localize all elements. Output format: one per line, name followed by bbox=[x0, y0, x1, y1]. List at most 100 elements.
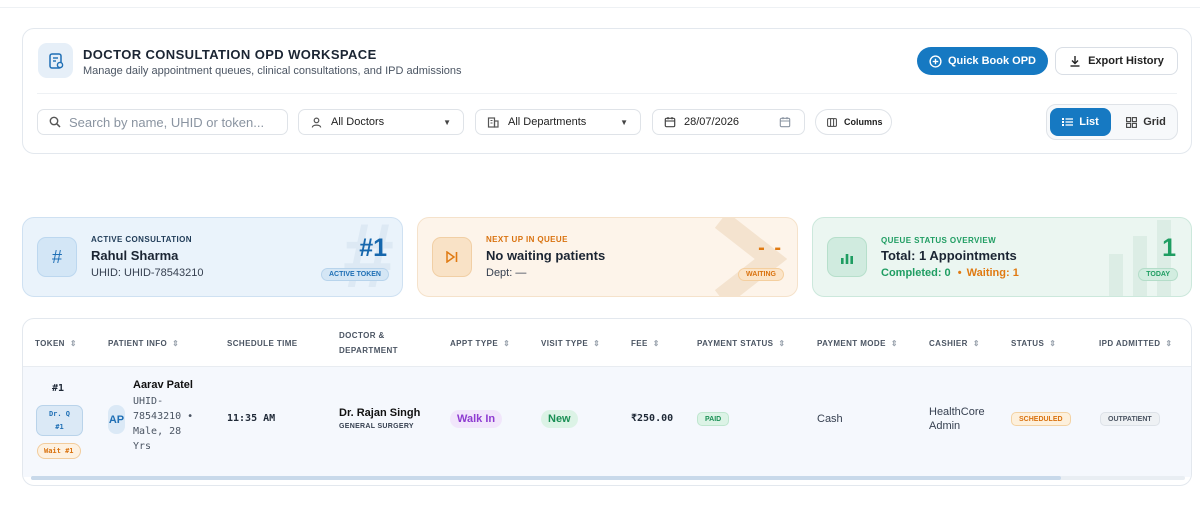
grid-icon bbox=[1126, 116, 1138, 128]
user-icon bbox=[311, 117, 322, 128]
scrollbar-thumb[interactable] bbox=[31, 476, 1061, 480]
export-history-label: Export History bbox=[1088, 55, 1164, 67]
sort-icon: ⇕ bbox=[652, 338, 660, 348]
patient-name: Aarav Patel bbox=[133, 379, 193, 391]
building-icon bbox=[487, 117, 499, 128]
page-title: DOCTOR CONSULTATION OPD WORKSPACE bbox=[83, 47, 377, 62]
column-header-doctor-department[interactable]: DOCTOR & DEPARTMENT bbox=[339, 319, 398, 367]
column-header-ipd-admitted[interactable]: IPD ADMITTED ⇕ bbox=[1099, 319, 1173, 367]
search-box[interactable] bbox=[37, 109, 288, 135]
department-select-value: All Departments bbox=[508, 116, 587, 128]
sort-icon: ⇕ bbox=[1165, 338, 1173, 348]
sort-icon: ⇕ bbox=[778, 338, 786, 348]
chevron-down-icon: ▼ bbox=[443, 117, 451, 127]
calendar-picker-icon[interactable] bbox=[779, 116, 791, 128]
horizontal-scrollbar[interactable] bbox=[31, 476, 1185, 480]
completed-count: Completed: 0 bbox=[881, 267, 951, 279]
table-row[interactable]: #1 Dr. Q #1 Wait #1 AP Aarav Patel UHID-… bbox=[23, 367, 1191, 477]
view-toggle: List Grid bbox=[1046, 104, 1178, 140]
patient-details: UHID- 78543210 • Male, 28 Yrs bbox=[133, 396, 194, 452]
clipboard-user-icon bbox=[38, 43, 73, 78]
avatar: AP bbox=[108, 405, 125, 434]
today-badge: TODAY bbox=[1138, 268, 1178, 281]
next-up-department: Dept: — bbox=[486, 267, 527, 279]
column-header-cashier[interactable]: CASHIER ⇕ bbox=[929, 319, 980, 367]
next-token-placeholder: - - bbox=[758, 237, 783, 259]
schedule-time: 11:35 AM bbox=[227, 413, 276, 424]
doctor-queue-badge: Dr. Q #1 bbox=[36, 405, 83, 436]
doctor-name: Dr. Rajan Singh bbox=[339, 407, 421, 419]
waiting-badge: WAITING bbox=[738, 268, 784, 281]
cashier-name: HealthCore Admin bbox=[929, 406, 985, 432]
columns-button[interactable]: Columns bbox=[815, 109, 892, 135]
fee-amount: ₹250.00 bbox=[631, 413, 674, 424]
sort-icon: ⇕ bbox=[972, 338, 980, 348]
status-badge: SCHEDULED bbox=[1011, 412, 1071, 426]
export-history-button[interactable]: Export History bbox=[1055, 47, 1178, 75]
sort-icon: ⇕ bbox=[1049, 338, 1057, 348]
department-select[interactable]: All Departments ▼ bbox=[475, 109, 641, 135]
bar-chart-icon bbox=[827, 237, 867, 277]
search-icon bbox=[49, 116, 61, 128]
queue-status-overview-card: QUEUE STATUS OVERVIEW Total: 1 Appointme… bbox=[812, 217, 1192, 297]
header-divider bbox=[37, 93, 1177, 94]
queue-overview-label: QUEUE STATUS OVERVIEW bbox=[881, 236, 997, 245]
visit-type-badge: New bbox=[541, 410, 578, 428]
column-header-patient-info[interactable]: PATIENT INFO ⇕ bbox=[108, 319, 179, 367]
column-header-visit-type[interactable]: VISIT TYPE ⇕ bbox=[541, 319, 600, 367]
date-value: 28/07/2026 bbox=[684, 116, 740, 128]
list-icon bbox=[1062, 118, 1074, 126]
table-header: TOKEN ⇕ PATIENT INFO ⇕ SCHEDULE TIME DOCTO… bbox=[23, 319, 1191, 367]
appt-type-badge: Walk In bbox=[450, 410, 503, 428]
column-header-payment-mode[interactable]: PAYMENT MODE ⇕ bbox=[817, 319, 898, 367]
active-token-number: #1 bbox=[359, 234, 387, 262]
hash-icon: # bbox=[37, 237, 77, 277]
column-header-payment-status[interactable]: PAYMENT STATUS ⇕ bbox=[697, 319, 786, 367]
doctor-select[interactable]: All Doctors ▼ bbox=[298, 109, 464, 135]
payment-mode: Cash bbox=[817, 413, 843, 425]
sort-icon: ⇕ bbox=[503, 338, 511, 348]
doctor-select-value: All Doctors bbox=[331, 116, 385, 128]
active-consultation-card: # # ACTIVE CONSULTATION Rahul Sharma UHI… bbox=[22, 217, 403, 297]
waiting-count-dot: • bbox=[957, 267, 962, 279]
search-input[interactable] bbox=[69, 114, 269, 130]
skip-next-icon bbox=[432, 237, 472, 277]
department-name: GENERAL SURGERY bbox=[339, 423, 414, 430]
calendar-icon bbox=[664, 117, 676, 128]
appointments-table: TOKEN ⇕ PATIENT INFO ⇕ SCHEDULE TIME DOCTO… bbox=[22, 318, 1192, 486]
next-up-status: No waiting patients bbox=[486, 248, 606, 263]
view-grid-button[interactable]: Grid bbox=[1117, 108, 1175, 136]
wait-badge: Wait #1 bbox=[37, 443, 81, 459]
column-header-status[interactable]: STATUS ⇕ bbox=[1011, 319, 1056, 367]
waiting-count: Waiting: 1 bbox=[966, 267, 1019, 279]
sort-icon: ⇕ bbox=[172, 338, 180, 348]
top-divider bbox=[0, 7, 1200, 8]
chevron-down-icon: ▼ bbox=[620, 117, 628, 127]
date-picker[interactable]: 28/07/2026 bbox=[652, 109, 805, 135]
sort-icon: ⇕ bbox=[593, 338, 601, 348]
workspace-header-card: DOCTOR CONSULTATION OPD WORKSPACE Manage… bbox=[22, 28, 1192, 154]
view-grid-label: Grid bbox=[1143, 116, 1166, 128]
quick-book-opd-button[interactable]: Quick Book OPD bbox=[917, 47, 1048, 75]
next-in-queue-card: NEXT UP IN QUEUE No waiting patients Dep… bbox=[417, 217, 798, 297]
column-header-token[interactable]: TOKEN ⇕ bbox=[35, 319, 77, 367]
column-header-schedule-time[interactable]: SCHEDULE TIME bbox=[227, 319, 298, 367]
view-list-button[interactable]: List bbox=[1050, 108, 1111, 136]
view-list-label: List bbox=[1079, 116, 1099, 128]
next-up-label: NEXT UP IN QUEUE bbox=[486, 235, 568, 244]
ipd-status-badge: OUTPATIENT bbox=[1100, 412, 1160, 426]
queue-counts: Completed: 0 • Waiting: 1 bbox=[881, 267, 1019, 279]
active-token-badge: ACTIVE TOKEN bbox=[321, 268, 389, 281]
sort-icon: ⇕ bbox=[890, 338, 898, 348]
column-header-fee[interactable]: FEE ⇕ bbox=[631, 319, 660, 367]
columns-icon bbox=[827, 117, 837, 127]
download-icon bbox=[1070, 56, 1080, 67]
queue-total: Total: 1 Appointments bbox=[881, 248, 1017, 263]
active-patient-name: Rahul Sharma bbox=[91, 248, 179, 263]
token-number: #1 bbox=[52, 383, 65, 394]
today-count: 1 bbox=[1162, 234, 1176, 262]
column-header-appt-type[interactable]: APPT TYPE ⇕ bbox=[450, 319, 510, 367]
page-subtitle: Manage daily appointment queues, clinica… bbox=[83, 65, 462, 77]
sort-icon: ⇕ bbox=[69, 338, 77, 348]
columns-label: Columns bbox=[844, 117, 883, 127]
